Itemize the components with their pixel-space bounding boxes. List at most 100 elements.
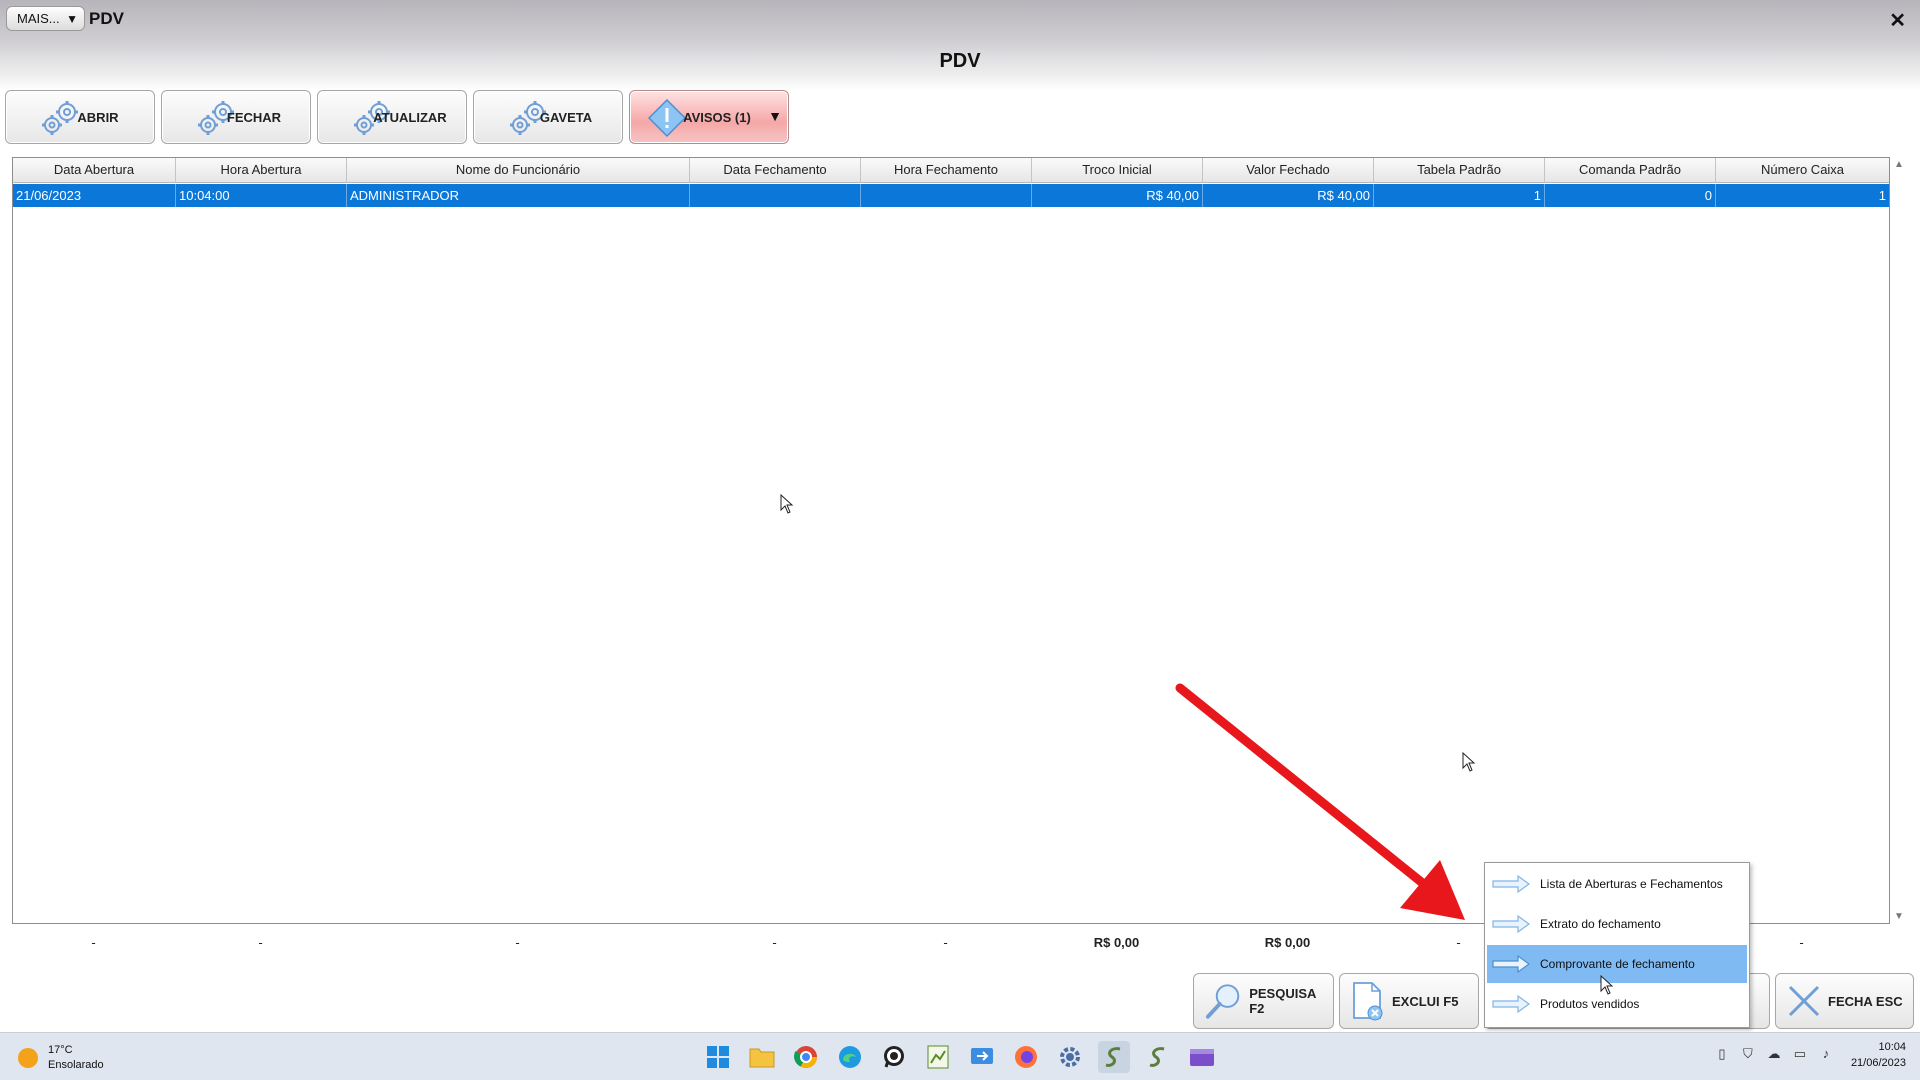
fecha-label: FECHA ESC: [1828, 993, 1903, 1009]
total-value: R$ 0,00: [1093, 935, 1140, 950]
weather-condition: Ensolarado: [48, 1059, 104, 1071]
caret-down-icon[interactable]: ▼: [768, 108, 782, 124]
pdv-window: MAIS... ▼ PDV ✕ PDV ABRIR FECHAR ATUALIZ…: [0, 0, 1920, 1032]
table-cell: ADMINISTRADOR: [347, 184, 690, 207]
spreadsheet-icon[interactable]: [922, 1041, 954, 1073]
column-header[interactable]: Comanda Padrão: [1545, 158, 1716, 183]
column-header[interactable]: Número Caixa: [1716, 158, 1889, 183]
exclui-button[interactable]: EXCLUI F5: [1339, 973, 1479, 1029]
usb-icon[interactable]: ▯: [1711, 1046, 1733, 1064]
menu-item-produtos-vendidos[interactable]: Produtos vendidos: [1487, 985, 1747, 1023]
network-icon[interactable]: ▭: [1789, 1046, 1811, 1064]
column-header[interactable]: Hora Abertura: [176, 158, 347, 183]
settings-gear-icon[interactable]: [1054, 1041, 1086, 1073]
magnifier-icon: [1205, 984, 1240, 1019]
clock-time: 10:04: [1878, 1041, 1906, 1053]
column-header[interactable]: Tabela Padrão: [1374, 158, 1545, 183]
mais-label: MAIS...: [17, 11, 60, 26]
pdv-app-icon[interactable]: [1098, 1041, 1130, 1073]
atualizar-button[interactable]: ATUALIZAR: [317, 90, 467, 144]
volume-icon[interactable]: ♪: [1815, 1046, 1837, 1064]
security-shield-icon[interactable]: ⛉: [1737, 1046, 1759, 1064]
mouse-cursor-icon: [1462, 752, 1476, 772]
fechar-label: FECHAR: [226, 109, 282, 125]
firefox-icon[interactable]: [1010, 1041, 1042, 1073]
total-value: -: [258, 935, 263, 950]
grid-header: Data Abertura Hora Abertura Nome do Func…: [13, 158, 1889, 183]
menu-item-comprovante-fechamento[interactable]: Comprovante de fechamento: [1487, 945, 1747, 983]
column-header[interactable]: Valor Fechado: [1203, 158, 1374, 183]
column-header[interactable]: Troco Inicial: [1032, 158, 1203, 183]
table-cell: [861, 184, 1032, 207]
total-value: -: [91, 935, 96, 950]
column-header[interactable]: Data Fechamento: [690, 158, 861, 183]
menu-item-label: Lista de Aberturas e Fechamentos: [1540, 877, 1723, 891]
temperature: 17°C: [48, 1044, 73, 1056]
column-header[interactable]: Data Abertura: [13, 158, 176, 183]
total-value: -: [772, 935, 777, 950]
gaveta-button[interactable]: GAVETA: [473, 90, 623, 144]
close-icon[interactable]: ✕: [1889, 8, 1906, 33]
edge-icon[interactable]: [834, 1041, 866, 1073]
warning-diamond-icon: [648, 99, 686, 137]
mais-dropdown-button[interactable]: MAIS... ▼: [6, 6, 85, 31]
pdv-app-icon-2[interactable]: [1142, 1041, 1174, 1073]
table-cell: R$ 40,00: [1203, 184, 1374, 207]
menu-item-label: Produtos vendidos: [1540, 997, 1640, 1011]
scroll-up-icon[interactable]: ▲: [1894, 159, 1904, 170]
column-header[interactable]: Nome do Funcionário: [347, 158, 690, 183]
system-tray: ▯ ⛉ ☁ ▭ ♪ 10:04 21/06/2023: [1711, 1039, 1906, 1071]
total-value: -: [943, 935, 948, 950]
menu-item-label: Comprovante de fechamento: [1540, 957, 1695, 971]
avisos-label: AVISOS (1): [683, 109, 751, 125]
caixa-grid: Data Abertura Hora Abertura Nome do Func…: [12, 157, 1890, 924]
arrow-right-icon: [1492, 994, 1530, 1014]
title-bar: MAIS... ▼ PDV ✕: [0, 0, 1920, 38]
abrir-label: ABRIR: [77, 109, 119, 125]
media-app-icon[interactable]: [1186, 1041, 1218, 1073]
menu-item-lista-aberturas[interactable]: Lista de Aberturas e Fechamentos: [1487, 865, 1747, 903]
windows-start-icon[interactable]: [702, 1041, 734, 1073]
scroll-down-icon[interactable]: ▼: [1894, 911, 1904, 922]
cloud-icon[interactable]: ☁: [1763, 1046, 1785, 1064]
vertical-scrollbar[interactable]: ▲ ▼: [1890, 157, 1910, 924]
chrome-icon[interactable]: [790, 1041, 822, 1073]
total-value: -: [515, 935, 520, 950]
fecha-button[interactable]: FECHA ESC: [1775, 973, 1914, 1029]
arrow-right-icon: [1492, 914, 1530, 934]
menu-item-label: Extrato do fechamento: [1540, 917, 1661, 931]
whatsapp-icon[interactable]: [878, 1041, 910, 1073]
weather-widget[interactable]: 17°C Ensolarado: [18, 1043, 104, 1073]
pesquisa-label: PESQUISA F2: [1249, 986, 1316, 1016]
clock-date: 21/06/2023: [1850, 1057, 1906, 1069]
caret-down-icon: ▼: [66, 12, 78, 26]
table-cell: 0: [1545, 184, 1716, 207]
table-cell: 10:04:00: [176, 184, 347, 207]
mouse-cursor-icon: [1600, 975, 1614, 995]
menu-item-extrato-fechamento[interactable]: Extrato do fechamento: [1487, 905, 1747, 943]
arrow-right-icon: [1492, 874, 1530, 894]
gears-icon: [42, 101, 78, 135]
page-title: PDV: [939, 50, 981, 72]
exclui-label: EXCLUI F5: [1392, 993, 1459, 1009]
table-cell: R$ 40,00: [1032, 184, 1203, 207]
fechar-button[interactable]: FECHAR: [161, 90, 311, 144]
abrir-button[interactable]: ABRIR: [5, 90, 155, 144]
mouse-cursor-icon: [780, 494, 794, 514]
clock[interactable]: 10:04 21/06/2023: [1851, 1039, 1906, 1071]
file-explorer-icon[interactable]: [746, 1041, 778, 1073]
remote-app-icon[interactable]: [966, 1041, 998, 1073]
column-header[interactable]: Hora Fechamento: [861, 158, 1032, 183]
gaveta-label: GAVETA: [539, 109, 593, 125]
arrow-right-icon: [1492, 954, 1530, 974]
pesquisa-button[interactable]: PESQUISA F2: [1193, 973, 1334, 1029]
avisos-button[interactable]: AVISOS (1) ▼: [629, 90, 789, 144]
atualizar-label: ATUALIZAR: [373, 109, 447, 125]
table-cell: 1: [1374, 184, 1545, 207]
table-cell: [690, 184, 861, 207]
total-value: R$ 0,00: [1264, 935, 1311, 950]
close-x-icon: [1788, 985, 1820, 1017]
table-row[interactable]: 21/06/2023 10:04:00 ADMINISTRADOR R$ 40,…: [13, 184, 1889, 207]
sun-icon: [18, 1048, 38, 1068]
windows-taskbar: 17°C Ensolarado ▯ ⛉ ☁ ▭ ♪ 10:04 21/06/20…: [0, 1032, 1920, 1080]
